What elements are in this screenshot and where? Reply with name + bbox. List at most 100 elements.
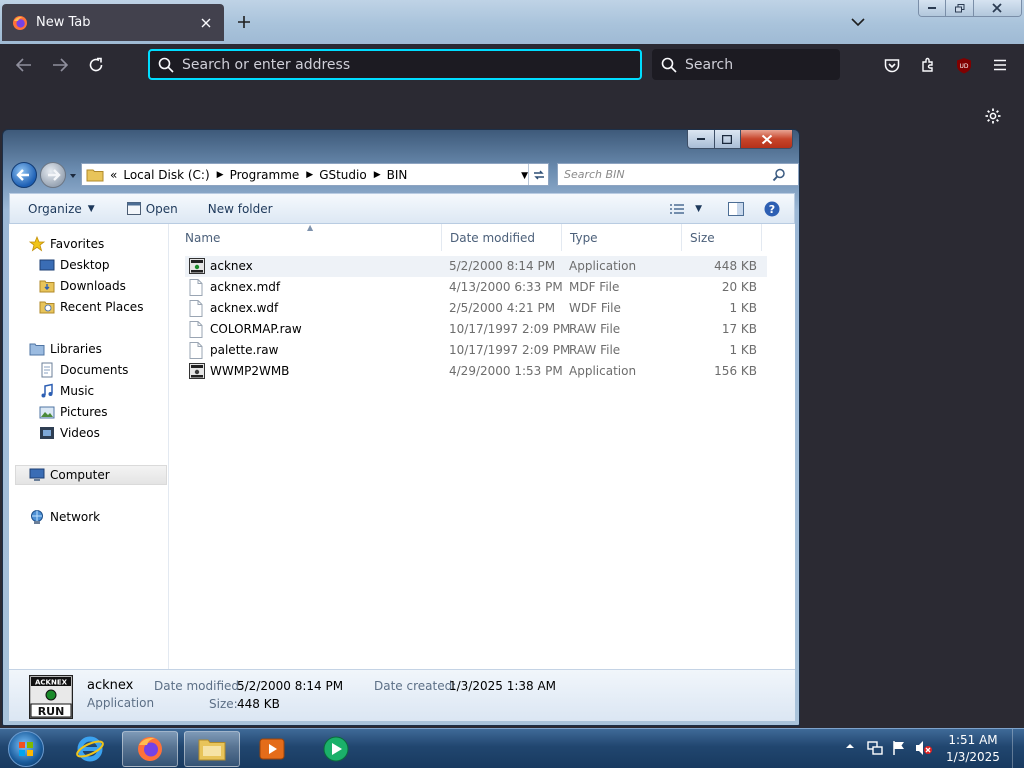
file-type: RAW File (569, 322, 621, 336)
file-size: 448 KB (714, 259, 757, 273)
organize-label: Organize (28, 201, 82, 216)
breadcrumb-separator-icon[interactable]: ▶ (306, 170, 313, 180)
restore-button[interactable] (946, 0, 974, 16)
column-header-name[interactable]: Name ▲ (177, 223, 442, 251)
explorer-search-input[interactable] (564, 168, 772, 181)
column-type-label: Type (570, 230, 598, 245)
preview-pane-button[interactable] (728, 201, 744, 216)
reload-icon[interactable] (83, 53, 109, 77)
explorer-address-bar[interactable]: « Local Disk (C:) ▶ Programme ▶ GStudio … (81, 163, 549, 186)
file-row[interactable]: palette.raw 10/17/1997 2:09 PM RAW File … (185, 340, 767, 361)
breadcrumb-overflow[interactable]: « (110, 168, 117, 182)
close-window-button[interactable] (973, 0, 1021, 16)
recent-pages-dropdown-icon[interactable] (68, 171, 78, 181)
file-type: RAW File (569, 343, 621, 357)
file-date: 4/29/2000 1:53 PM (449, 364, 563, 378)
documents-icon (39, 362, 55, 378)
explorer-search-box[interactable] (557, 163, 799, 186)
nav-music[interactable]: Music (39, 381, 94, 401)
show-hidden-icons-icon[interactable] (845, 741, 861, 757)
explorer-forward-button[interactable] (40, 162, 66, 188)
column-header-date[interactable]: Date modified (442, 224, 562, 251)
explorer-minimize-button[interactable] (688, 130, 715, 148)
nav-computer[interactable]: Computer (15, 465, 167, 485)
gear-icon[interactable] (982, 105, 1004, 127)
breadcrumb-gstudio[interactable]: GStudio (319, 168, 367, 182)
minimize-button[interactable] (919, 0, 947, 16)
firefox-taskbar-button[interactable] (122, 731, 178, 767)
pocket-icon[interactable] (880, 53, 904, 77)
show-desktop-button[interactable] (1012, 729, 1024, 768)
nav-pictures[interactable]: Pictures (39, 402, 108, 422)
folder-icon (86, 167, 104, 183)
windows-explorer-taskbar-button[interactable] (184, 731, 240, 767)
breadcrumb-local-disk[interactable]: Local Disk (C:) (123, 168, 209, 182)
breadcrumb-separator-icon[interactable]: ▶ (374, 170, 381, 180)
breadcrumb-bin[interactable]: BIN (387, 168, 408, 182)
column-header-size[interactable]: Size (682, 224, 762, 251)
media-player-taskbar-button[interactable] (244, 731, 300, 767)
start-button[interactable] (8, 731, 44, 767)
file-row[interactable]: acknex.mdf 4/13/2000 6:33 PM MDF File 20… (185, 277, 767, 298)
list-all-tabs-chevron-icon[interactable] (846, 10, 870, 34)
explorer-maximize-button[interactable] (714, 130, 741, 148)
address-bar[interactable] (148, 49, 642, 80)
window-controls (918, 0, 1022, 17)
change-view-button[interactable]: ▼ (669, 203, 702, 215)
videos-icon (39, 425, 55, 441)
internet-explorer-icon (75, 734, 105, 764)
refresh-icon[interactable] (528, 164, 548, 185)
file-name: acknex (210, 259, 253, 273)
file-icon (189, 342, 205, 359)
breadcrumb-programme[interactable]: Programme (230, 168, 300, 182)
internet-explorer-taskbar-button[interactable] (62, 731, 118, 767)
detail-modified-label: Date modified: (154, 679, 244, 693)
search-bar[interactable] (652, 49, 840, 80)
file-row[interactable]: COLORMAP.raw 10/17/1997 2:09 PM RAW File… (185, 319, 767, 340)
file-date: 2/5/2000 4:21 PM (449, 301, 556, 315)
network-tray-icon[interactable] (867, 740, 883, 756)
address-input[interactable] (182, 56, 602, 73)
file-row[interactable]: WWMP2WMB 4/29/2000 1:53 PM Application 1… (185, 361, 767, 382)
nav-libraries[interactable]: Libraries (29, 339, 102, 359)
media-center-taskbar-button[interactable] (308, 731, 364, 767)
tab-new-tab[interactable]: New Tab (2, 4, 224, 41)
nav-recent-places[interactable]: Recent Places (39, 297, 143, 317)
hamburger-menu-icon[interactable] (988, 53, 1012, 77)
file-date: 4/13/2000 6:33 PM (449, 280, 563, 294)
firefox-titlebar: New Tab (0, 0, 1024, 44)
file-row[interactable]: acknex 5/2/2000 8:14 PM Application 448 … (185, 256, 767, 277)
volume-muted-icon[interactable] (915, 740, 932, 756)
column-header-type[interactable]: Type (562, 224, 682, 251)
nav-videos[interactable]: Videos (39, 423, 100, 443)
file-type: MDF File (569, 280, 620, 294)
forward-arrow-icon[interactable] (47, 53, 73, 77)
new-tab-plus-icon[interactable] (232, 10, 256, 34)
back-arrow-icon[interactable] (11, 53, 37, 77)
nav-network[interactable]: Network (29, 507, 100, 527)
explorer-close-button[interactable] (741, 130, 792, 148)
new-folder-button[interactable]: New folder (208, 202, 273, 216)
help-button[interactable]: ? (764, 201, 780, 217)
nav-favorites[interactable]: Favorites (29, 234, 104, 254)
nav-desktop[interactable]: Desktop (39, 255, 110, 275)
open-button[interactable]: Open (126, 202, 178, 216)
tab-close-icon[interactable] (198, 15, 214, 31)
nav-downloads[interactable]: Downloads (39, 276, 126, 296)
breadcrumb-separator-icon[interactable]: ▶ (217, 170, 224, 180)
view-dropdown-icon: ▼ (695, 203, 702, 214)
extensions-puzzle-icon[interactable] (916, 53, 940, 77)
clock-time[interactable]: 1:51 AM (940, 733, 1006, 747)
ublock-origin-icon[interactable]: UD (952, 53, 976, 77)
explorer-back-button[interactable] (11, 162, 37, 188)
nav-documents[interactable]: Documents (39, 360, 128, 380)
clock-date[interactable]: 1/3/2025 (940, 750, 1006, 764)
search-input[interactable] (685, 56, 825, 73)
file-row[interactable]: acknex.wdf 2/5/2000 4:21 PM WDF File 1 K… (185, 298, 767, 319)
address-dropdown-icon[interactable]: ▼ (521, 171, 528, 181)
action-center-flag-icon[interactable] (891, 740, 907, 756)
nav-pictures-label: Pictures (60, 405, 108, 419)
file-type: Application (569, 364, 637, 378)
organize-button[interactable]: Organize ▼ (28, 202, 95, 216)
file-name: palette.raw (210, 343, 279, 357)
